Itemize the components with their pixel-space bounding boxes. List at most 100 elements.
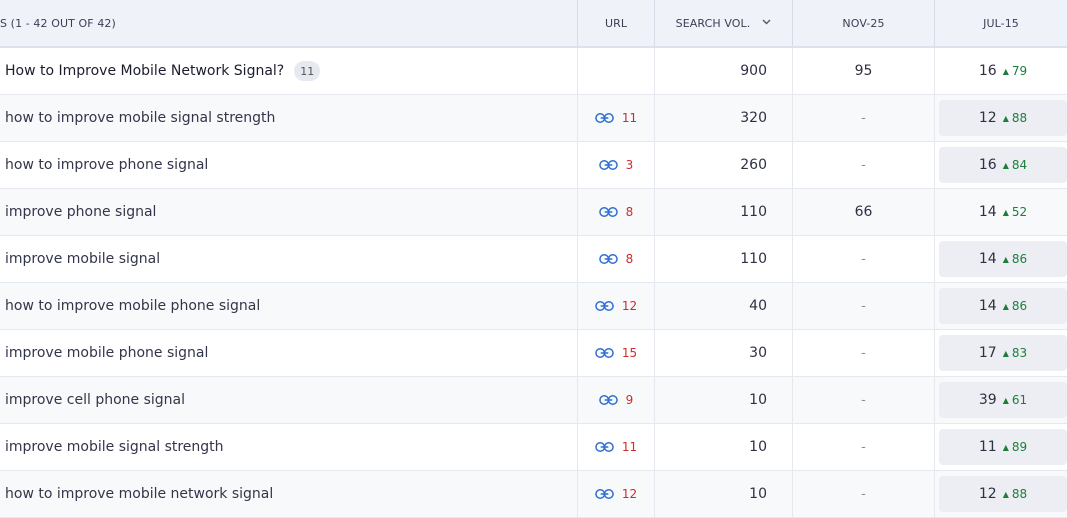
arrow-up-icon: ▲	[1002, 395, 1009, 405]
keyword-rows: how to improve mobile signal strength 11…	[0, 95, 1067, 518]
header-keywords[interactable]: S (1 - 42 OUT OF 42)	[0, 0, 577, 46]
table-row[interactable]: how to improve mobile signal strength 11…	[0, 95, 1067, 142]
link-icon	[598, 206, 618, 218]
url-link[interactable]: 8	[598, 205, 633, 219]
keyword-cell: improve mobile signal strength	[0, 424, 577, 470]
table-row[interactable]: improve mobile signal strength 11 10 - 1…	[0, 424, 1067, 471]
search-vol-cell: 10	[654, 471, 792, 517]
keyword-cell: improve cell phone signal	[0, 377, 577, 423]
url-count: 8	[625, 252, 634, 266]
arrow-up-icon: ▲	[1002, 489, 1009, 499]
link-icon	[595, 488, 614, 500]
group-jul: 16 ▲ 79	[934, 48, 1067, 94]
arrow-up-icon: ▲	[1002, 207, 1009, 217]
table-row[interactable]: how to improve mobile network signal 12 …	[0, 471, 1067, 518]
header-url[interactable]: URL	[577, 0, 654, 46]
url-count: 9	[625, 393, 634, 407]
search-vol-cell: 40	[654, 283, 792, 329]
group-row[interactable]: How to Improve Mobile Network Signal? 11…	[0, 48, 1067, 95]
nov-cell: -	[792, 283, 934, 329]
arrow-up-icon: ▲	[1002, 301, 1009, 311]
position-change: 14 ▲ 52	[978, 204, 1028, 220]
header-search-vol[interactable]: SEARCH VOL.	[654, 0, 792, 46]
table-row[interactable]: improve mobile phone signal 15 30 - 17 ▲…	[0, 330, 1067, 377]
keyword-text[interactable]: improve phone signal	[5, 204, 156, 220]
keyword-text[interactable]: how to improve mobile network signal	[5, 486, 273, 502]
arrow-up-icon: ▲	[1002, 113, 1009, 123]
keyword-cell: how to improve mobile phone signal	[0, 283, 577, 329]
group-search-vol: 900	[654, 48, 792, 94]
nov-cell: -	[792, 95, 934, 141]
arrow-up-icon: ▲	[1002, 348, 1009, 358]
nov-cell: -	[792, 330, 934, 376]
jul-cell: 14 ▲ 52	[934, 189, 1067, 235]
url-link[interactable]: 11	[595, 111, 637, 125]
url-count: 11	[621, 111, 638, 125]
link-icon	[598, 159, 618, 171]
url-cell: 12	[577, 283, 654, 329]
keyword-cell: improve mobile phone signal	[0, 330, 577, 376]
url-cell: 11	[577, 95, 654, 141]
nov-cell: -	[792, 424, 934, 470]
keyword-text[interactable]: improve mobile phone signal	[5, 345, 208, 361]
group-title[interactable]: How to Improve Mobile Network Signal?	[5, 63, 284, 79]
search-vol-cell: 110	[654, 189, 792, 235]
keyword-text[interactable]: how to improve phone signal	[5, 157, 208, 173]
arrow-up-icon: ▲	[1002, 66, 1009, 76]
keyword-cell: how to improve mobile signal strength	[0, 95, 577, 141]
header-jul-15[interactable]: JUL-15	[934, 0, 1067, 46]
table-header: S (1 - 42 OUT OF 42) URL SEARCH VOL. NOV…	[0, 0, 1067, 48]
table-row[interactable]: how to improve phone signal 3 260 - 16 ▲…	[0, 142, 1067, 189]
url-cell: 12	[577, 471, 654, 517]
url-link[interactable]: 3	[598, 158, 634, 172]
table-row[interactable]: improve phone signal 8 110 66 14 ▲ 52	[0, 189, 1067, 236]
keyword-text[interactable]: how to improve mobile phone signal	[5, 298, 260, 314]
keyword-cell: improve mobile signal	[0, 236, 577, 282]
link-icon	[595, 300, 614, 312]
link-icon	[598, 253, 618, 265]
url-cell: 3	[577, 142, 654, 188]
position-change: 17 ▲ 83	[939, 335, 1067, 371]
group-count-badge: 11	[294, 61, 321, 81]
url-count: 12	[621, 299, 638, 313]
link-icon	[595, 441, 614, 453]
url-count: 3	[625, 158, 634, 172]
url-link[interactable]: 15	[595, 346, 637, 360]
url-cell: 11	[577, 424, 654, 470]
table-row[interactable]: improve mobile signal 8 110 - 14 ▲ 86	[0, 236, 1067, 283]
nov-cell: -	[792, 377, 934, 423]
url-cell: 9	[577, 377, 654, 423]
chevron-down-icon[interactable]	[762, 17, 771, 28]
header-nov-25[interactable]: NOV-25	[792, 0, 934, 46]
jul-cell: 12 ▲ 88	[934, 95, 1067, 141]
search-vol-cell: 260	[654, 142, 792, 188]
arrow-up-icon: ▲	[1002, 442, 1009, 452]
position-change: 16 ▲ 84	[939, 147, 1067, 183]
url-link[interactable]: 11	[595, 440, 637, 454]
link-icon	[595, 112, 614, 124]
jul-cell: 14 ▲ 86	[934, 283, 1067, 329]
table-row[interactable]: how to improve mobile phone signal 12 40…	[0, 283, 1067, 330]
keyword-text[interactable]: how to improve mobile signal strength	[5, 110, 275, 126]
keyword-text[interactable]: improve cell phone signal	[5, 392, 185, 408]
position-change: 12 ▲ 88	[939, 100, 1067, 136]
position-change: 14 ▲ 86	[939, 241, 1067, 277]
link-icon	[598, 394, 618, 406]
group-url-cell	[577, 48, 654, 94]
jul-cell: 11 ▲ 89	[934, 424, 1067, 470]
arrow-up-icon: ▲	[1002, 160, 1009, 170]
url-count: 11	[621, 440, 638, 454]
keyword-text[interactable]: improve mobile signal strength	[5, 439, 224, 455]
keyword-text[interactable]: improve mobile signal	[5, 251, 160, 267]
jul-cell: 16 ▲ 84	[934, 142, 1067, 188]
position-change: 14 ▲ 86	[939, 288, 1067, 324]
url-link[interactable]: 9	[598, 393, 634, 407]
nov-cell: -	[792, 142, 934, 188]
keyword-cell: how to improve phone signal	[0, 142, 577, 188]
position-change: 11 ▲ 89	[939, 429, 1067, 465]
url-link[interactable]: 12	[595, 299, 637, 313]
url-link[interactable]: 8	[598, 252, 634, 266]
url-link[interactable]: 12	[595, 487, 637, 501]
search-vol-cell: 110	[654, 236, 792, 282]
table-row[interactable]: improve cell phone signal 9 10 - 39 ▲ 61	[0, 377, 1067, 424]
